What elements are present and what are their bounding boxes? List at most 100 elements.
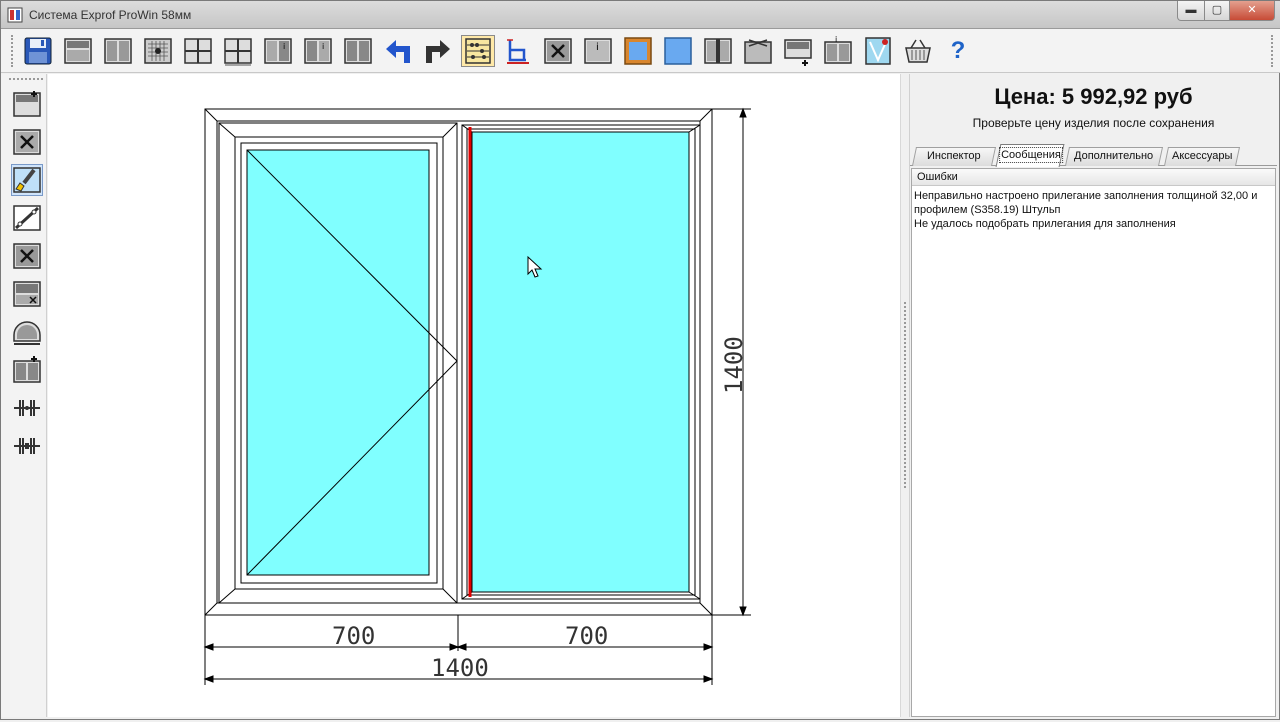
price-label: Цена: 5 992,92 руб: [994, 84, 1193, 109]
arch-button[interactable]: [11, 316, 43, 348]
connector-icon: [14, 400, 40, 416]
maximize-button[interactable]: ▢: [1204, 1, 1230, 21]
save-icon: [24, 37, 52, 65]
vertical-split-button[interactable]: [101, 35, 135, 67]
minimize-button[interactable]: ▬: [1177, 1, 1205, 21]
svg-text:i: i: [835, 36, 837, 44]
window-info-icon: i: [824, 36, 852, 64]
redo-button[interactable]: [421, 35, 455, 67]
splitter-grip[interactable]: [904, 302, 908, 488]
diagonal-impost-icon: [13, 205, 41, 231]
window-title: Система Exprof ProWin 58мм: [29, 8, 192, 22]
right-panel: Цена: 5 992,92 руб Проверьте цену издели…: [910, 74, 1277, 717]
dim-right-width: 700: [565, 622, 608, 650]
save-button[interactable]: [21, 35, 55, 67]
message-item[interactable]: Не удалось подобрать прилегания для запо…: [912, 217, 1275, 231]
help-icon: ?: [950, 37, 966, 64]
svg-text:i: i: [596, 42, 599, 53]
toolbar-end-grip: [1271, 35, 1275, 67]
grid-split-icon: [224, 38, 252, 66]
mosquito-net-button[interactable]: [141, 35, 175, 67]
tab-accessories[interactable]: Аксессуары: [1163, 147, 1241, 166]
remove-impost-button[interactable]: [11, 240, 43, 272]
add-sill-button[interactable]: [781, 35, 815, 67]
horizontal-split-button[interactable]: [61, 35, 95, 67]
title-bar[interactable]: Система Exprof ProWin 58мм ▬ ▢ ✕: [1, 1, 1280, 29]
add-sash-button[interactable]: [11, 354, 43, 386]
panel-splitter[interactable]: [900, 74, 910, 717]
toolbar-grip[interactable]: [11, 35, 15, 67]
paint-brush-icon: [13, 167, 41, 193]
window-info-button[interactable]: i: [821, 35, 855, 67]
sash-info-button[interactable]: i: [261, 35, 295, 67]
window-drawing[interactable]: 700 700 1400 1400: [48, 74, 900, 717]
impost-cross-icon: [184, 38, 212, 64]
main-toolbar: i i i i ?: [1, 29, 1280, 73]
messages-header[interactable]: Ошибки: [912, 169, 1275, 186]
undo-button[interactable]: [381, 35, 415, 67]
dim-height: 1400: [720, 336, 748, 394]
glass-icon: [664, 37, 692, 65]
vertical-split-icon: [104, 38, 132, 64]
arch-icon: [13, 321, 41, 345]
sill-button[interactable]: [741, 35, 775, 67]
left-toolbar-grip[interactable]: [9, 78, 43, 80]
glass-button[interactable]: [661, 35, 695, 67]
coupling-icon: [14, 438, 40, 454]
add-frame-icon: [13, 91, 41, 117]
add-sash-icon: [13, 356, 41, 383]
message-item[interactable]: Неправильно настроено прилегание заполне…: [912, 189, 1275, 203]
drawing-canvas[interactable]: 700 700 1400 1400: [48, 74, 900, 717]
impost-cross-button[interactable]: [181, 35, 215, 67]
close-button[interactable]: ✕: [1229, 1, 1275, 21]
tab-additional[interactable]: Дополнительно: [1064, 147, 1164, 166]
paint-brush-button[interactable]: [11, 164, 43, 196]
basket-button[interactable]: [901, 35, 935, 67]
edit-sash-icon: [13, 281, 41, 307]
horizontal-split-icon: [64, 38, 92, 64]
double-sash-button[interactable]: [341, 35, 375, 67]
svg-text:i: i: [322, 42, 324, 51]
right-glass[interactable]: [471, 131, 690, 593]
sash-info-icon: i: [264, 38, 292, 64]
validate-icon: [865, 37, 891, 65]
delete-element-icon: [13, 129, 41, 155]
left-glass[interactable]: [246, 149, 430, 576]
app-icon: [7, 7, 23, 23]
help-button[interactable]: ?: [941, 35, 975, 67]
dim-left-width: 700: [332, 622, 375, 650]
messages-list[interactable]: Ошибки Неправильно настроено прилегание …: [911, 168, 1276, 717]
price-note: Проверьте цену изделия после сохранения: [972, 116, 1215, 130]
edit-sash-button[interactable]: [11, 278, 43, 310]
abacus-button[interactable]: [461, 35, 495, 67]
left-toolbar: [1, 74, 47, 717]
validate-button[interactable]: [861, 35, 895, 67]
remove-impost-icon: [13, 243, 41, 269]
profile-chair-button[interactable]: [501, 35, 535, 67]
properties-button[interactable]: i: [581, 35, 615, 67]
shtulp-icon: [704, 38, 732, 64]
glass-frame-button[interactable]: [621, 35, 655, 67]
tab-inspector[interactable]: Инспектор: [911, 147, 997, 166]
mosquito-net-icon: [144, 38, 172, 64]
dim-total-width: 1400: [431, 654, 489, 682]
diagonal-impost-button[interactable]: [11, 202, 43, 234]
profile-chair-icon: [507, 39, 529, 64]
application-window: Система Exprof ProWin 58мм ▬ ▢ ✕ i i i i…: [0, 0, 1280, 720]
coupling-button[interactable]: [11, 430, 43, 462]
tab-messages[interactable]: Сообщения: [995, 144, 1065, 167]
sash-info-alt-icon: i: [304, 38, 332, 64]
grid-split-button[interactable]: [221, 35, 255, 67]
connector-button[interactable]: [11, 392, 43, 424]
abacus-icon: [465, 38, 491, 64]
delete-sash-icon: [544, 38, 572, 64]
shtulp-button[interactable]: [701, 35, 735, 67]
add-sill-icon: [784, 39, 812, 66]
add-frame-button[interactable]: [11, 88, 43, 120]
message-item[interactable]: профилем (S358.19) Штульп: [912, 203, 1275, 217]
sash-info-alt-button[interactable]: i: [301, 35, 335, 67]
delete-sash-button[interactable]: [541, 35, 575, 67]
delete-element-button[interactable]: [11, 126, 43, 158]
undo-icon: [386, 40, 410, 63]
double-sash-icon: [344, 38, 372, 64]
